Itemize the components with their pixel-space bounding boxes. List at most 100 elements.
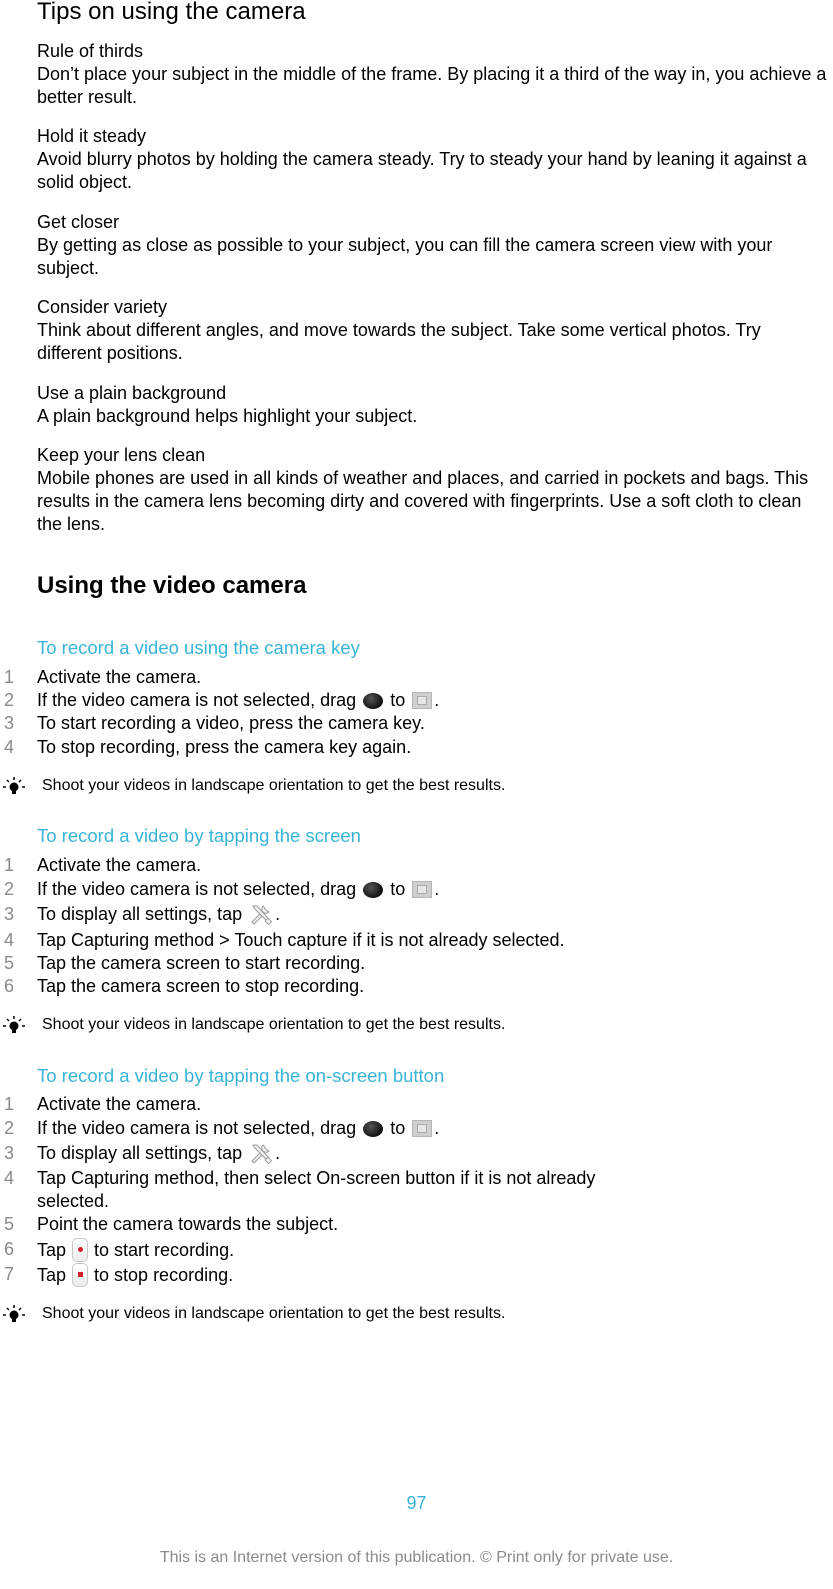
record-button-icon (72, 1238, 89, 1262)
step-number: 3 (4, 1143, 15, 1163)
lightbulb-icon (3, 1305, 25, 1322)
step-number: 4 (4, 930, 15, 950)
step-text: If the video camera is not selected, dra… (37, 878, 737, 901)
tip-heading: Get closer (37, 212, 120, 232)
step-text: To start recording a video, press the ca… (37, 713, 425, 733)
step-text-part: , then select (214, 1168, 312, 1188)
step-number: 1 (4, 1094, 15, 1114)
step-text-part: if it is not already (460, 1168, 596, 1188)
step-text-part: to start recording. (94, 1240, 235, 1260)
step-text-part: Tap (37, 930, 67, 950)
tip-body: Avoid blurry photos by holding the camer… (37, 149, 807, 192)
step-text-part: To display all settings, tap (37, 904, 243, 924)
settings-tools-icon (251, 1144, 273, 1164)
video-mode-icon (412, 881, 433, 898)
step-text: Activate the camera. (37, 855, 202, 875)
step-text-part: . (434, 879, 440, 899)
step-number: 4 (4, 1168, 15, 1188)
step-number: 3 (4, 713, 15, 733)
step-number: 7 (4, 1264, 15, 1284)
step-text: Tap to start recording. (37, 1238, 737, 1262)
step-text-part: . (275, 904, 281, 924)
tip-consider-variety: Consider variety Think about different a… (37, 296, 827, 365)
step-number: 2 (4, 1118, 15, 1138)
step-text: Tap Capturing method > Touch capture if … (37, 929, 737, 952)
step-number: 2 (4, 879, 15, 899)
step-text: Activate the camera. (37, 1094, 202, 1114)
document-page: Tips on using the camera Rule of thirds … (0, 0, 833, 1589)
tip-body: A plain background helps highlight your … (37, 406, 418, 426)
video-section-title: Using the video camera (37, 572, 307, 599)
step-number: 1 (4, 667, 15, 687)
tip-heading: Use a plain background (37, 383, 227, 403)
tip-heading: Hold it steady (37, 126, 147, 146)
step-text: If the video camera is not selected, dra… (37, 689, 737, 712)
step-text-part: Tap (37, 1265, 67, 1285)
ui-term: Capturing method (71, 930, 215, 950)
step-text-part: to (390, 690, 406, 710)
step-text-part: . (275, 1143, 281, 1163)
step-number: 1 (4, 855, 15, 875)
footer-notice: This is an Internet version of this publ… (159, 1549, 674, 1566)
step-text-part: to stop recording. (94, 1265, 234, 1285)
step-number: 6 (4, 1239, 15, 1259)
step-text: If the video camera is not selected, dra… (37, 1117, 737, 1140)
settings-tools-icon (251, 905, 273, 925)
procedure-title: To record a video by tapping the screen (37, 825, 361, 846)
step-number: 4 (4, 737, 15, 757)
step-text-part: If the video camera is not selected, dra… (37, 690, 357, 710)
step-text: Tap the camera screen to start recording… (37, 953, 366, 973)
step-number: 5 (4, 953, 15, 973)
mode-slider-knob-icon (363, 1121, 384, 1137)
step-text-part: To display all settings, tap (37, 1143, 243, 1163)
tip-rule-of-thirds: Rule of thirds Don’t place your subject … (37, 40, 827, 109)
lightbulb-icon (3, 1016, 25, 1033)
page-number: 97 (406, 1493, 427, 1513)
step-text: Activate the camera. (37, 667, 202, 687)
tip-lens-clean: Keep your lens clean Mobile phones are u… (37, 444, 827, 536)
step-text: Point the camera towards the subject. (37, 1214, 339, 1234)
tip-body: By getting as close as possible to your … (37, 235, 773, 278)
tip-heading: Keep your lens clean (37, 445, 206, 465)
step-text-part: Tap (37, 1240, 67, 1260)
step-text-part: selected. (37, 1191, 110, 1211)
step-number: 2 (4, 690, 15, 710)
tip-note-text: Shoot your videos in landscape orientati… (42, 1305, 506, 1322)
step-number: 6 (4, 976, 15, 996)
tip-plain-background: Use a plain background A plain backgroun… (37, 382, 827, 428)
step-text: Tap Capturing method, then select On-scr… (37, 1167, 737, 1213)
mode-slider-knob-icon (363, 693, 384, 709)
step-text-part: Tap (37, 1168, 67, 1188)
video-mode-icon (412, 692, 433, 709)
tip-note-text: Shoot your videos in landscape orientati… (42, 1016, 506, 1033)
step-text: To display all settings, tap . (37, 903, 737, 926)
stop-button-icon (72, 1263, 89, 1287)
step-text: To stop recording, press the camera key … (37, 737, 412, 757)
step-text: Tap to stop recording. (37, 1263, 737, 1287)
tip-note-text: Shoot your videos in landscape orientati… (42, 777, 506, 794)
step-text-part: to (390, 1118, 406, 1138)
tip-body: Think about different angles, and move t… (37, 320, 761, 363)
video-mode-icon (412, 1120, 433, 1137)
step-text-part: > (219, 930, 230, 950)
lightbulb-icon (3, 777, 25, 794)
tip-body: Mobile phones are used in all kinds of w… (37, 468, 809, 534)
step-text-part: if it is not already selected. (352, 930, 565, 950)
step-text-part: . (434, 690, 440, 710)
ui-term: On-screen button (316, 1168, 456, 1188)
tip-body: Don’t place your subject in the middle o… (37, 64, 827, 107)
procedure-title: To record a video using the camera key (37, 637, 360, 658)
step-text-part: If the video camera is not selected, dra… (37, 1118, 357, 1138)
step-text-part: If the video camera is not selected, dra… (37, 879, 357, 899)
step-text-part: to (390, 879, 406, 899)
tip-get-closer: Get closer By getting as close as possib… (37, 211, 827, 280)
step-text-part: . (434, 1118, 440, 1138)
tip-hold-steady: Hold it steady Avoid blurry photos by ho… (37, 125, 827, 194)
tips-title: Tips on using the camera (37, 0, 306, 25)
step-text: To display all settings, tap . (37, 1142, 737, 1165)
procedure-title: To record a video by tapping the on-scre… (37, 1065, 445, 1086)
ui-term: Touch capture (234, 930, 348, 950)
step-text: Tap the camera screen to stop recording. (37, 976, 365, 996)
step-number: 3 (4, 904, 15, 924)
tip-heading: Rule of thirds (37, 41, 144, 61)
